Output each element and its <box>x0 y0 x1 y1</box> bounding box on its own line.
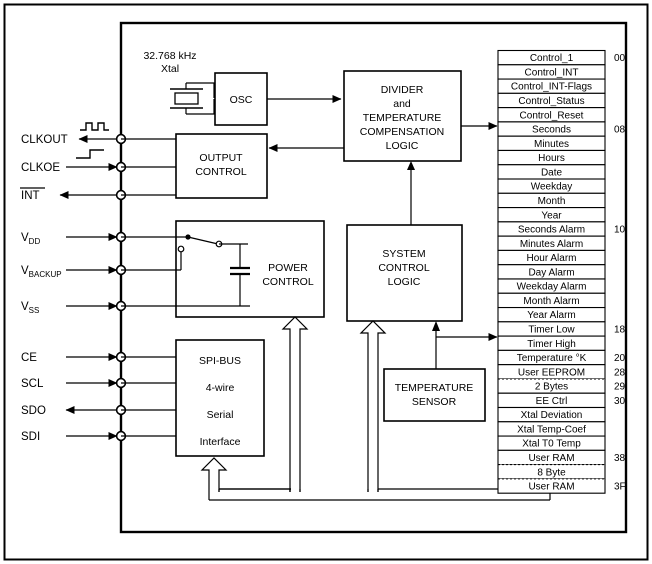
register-label: Xtal Deviation <box>521 410 583 421</box>
divider-label-1: DIVIDER <box>381 84 424 96</box>
rtc-block-diagram: CLKOUT CLKOE INT VDD VBACKUP VSS CE SCL … <box>3 3 649 561</box>
register-address-label: 00 <box>614 53 626 64</box>
register-label: Control_Status <box>518 96 584 107</box>
register-label: Control_INT <box>525 67 579 78</box>
pin-label-scl: SCL <box>21 378 44 390</box>
register-label: EE Ctrl <box>536 396 568 407</box>
register-label: Control_INT-Flags <box>511 82 592 93</box>
register-label: Timer High <box>527 339 576 350</box>
register-label: Date <box>541 167 563 178</box>
register-label: User EEPROM <box>518 367 585 378</box>
osc-block-label: OSC <box>230 94 253 106</box>
system-control-label-1: SYSTEM <box>382 248 425 260</box>
pin-label-int: INT <box>21 190 40 202</box>
register-address-label: 08 <box>614 125 626 136</box>
register-address-label: 30 <box>614 396 626 407</box>
pin-label-sdi: SDI <box>21 431 40 443</box>
register-label: User RAM <box>528 482 574 493</box>
pin-label-sdo: SDO <box>21 405 46 417</box>
register-label: Temperature °K <box>517 353 587 364</box>
register-label: Weekday <box>531 182 573 193</box>
register-label: Control_Reset <box>520 110 584 121</box>
register-label: Year <box>541 210 562 221</box>
pin-label-clkoe: CLKOE <box>21 162 60 174</box>
register-label: Hour Alarm <box>526 253 576 264</box>
output-control-label-2: CONTROL <box>195 166 246 178</box>
register-label: Year Alarm <box>527 310 576 321</box>
register-label: Hours <box>538 153 565 164</box>
register-label: 8 Byte <box>537 467 566 478</box>
register-label: Minutes <box>534 139 569 150</box>
pin-label-ce: CE <box>21 352 37 364</box>
spi-bus-label-4: Interface <box>200 436 241 448</box>
register-label: 2 Bytes <box>535 382 568 393</box>
register-address-label: 3F <box>614 482 626 493</box>
power-control-label-2: CONTROL <box>262 276 313 288</box>
divider-label-4: COMPENSATION <box>360 126 444 138</box>
register-label: Xtal Temp-Coef <box>517 424 586 435</box>
temperature-sensor-block <box>383 368 486 422</box>
spi-bus-label-3: Serial <box>207 409 234 421</box>
register-address-label: 28 <box>614 367 626 378</box>
register-address-label: 29 <box>614 382 626 393</box>
power-control-label-1: POWER <box>268 262 308 274</box>
xtal-label-line2: Xtal <box>161 63 179 75</box>
spi-bus-label-1: SPI-BUS <box>199 355 241 367</box>
divider-label-5: LOGIC <box>386 140 419 152</box>
spi-bus-label-2: 4-wire <box>206 382 235 394</box>
register-label: Month Alarm <box>523 296 579 307</box>
register-address-label: 38 <box>614 453 626 464</box>
block-diagram-root: CLKOUT CLKOE INT VDD VBACKUP VSS CE SCL … <box>0 0 652 564</box>
register-address-label: 20 <box>614 353 626 364</box>
system-control-label-3: LOGIC <box>388 276 421 288</box>
register-label: User RAM <box>528 453 574 464</box>
register-label: Timer Low <box>528 325 575 336</box>
register-address-label: 10 <box>614 225 626 236</box>
divider-label-3: TEMPERATURE <box>363 112 442 124</box>
pin-label-clkout: CLKOUT <box>21 134 68 146</box>
register-label: Seconds <box>532 125 571 136</box>
register-label: Seconds Alarm <box>518 225 585 236</box>
temperature-sensor-label-2: SENSOR <box>412 396 457 408</box>
register-label: Xtal T0 Temp <box>522 439 581 450</box>
register-label: Minutes Alarm <box>520 239 583 250</box>
xtal-label-line1: 32.768 kHz <box>143 50 196 62</box>
register-label: Weekday Alarm <box>517 282 587 293</box>
register-label: Day Alarm <box>528 267 574 278</box>
register-address-label: 18 <box>614 325 626 336</box>
register-label: Month <box>538 196 566 207</box>
output-control-label-1: OUTPUT <box>199 152 243 164</box>
register-label: Control_1 <box>530 53 574 64</box>
temperature-sensor-label-1: TEMPERATURE <box>395 382 474 394</box>
divider-label-2: and <box>393 98 411 110</box>
system-control-label-2: CONTROL <box>378 262 429 274</box>
